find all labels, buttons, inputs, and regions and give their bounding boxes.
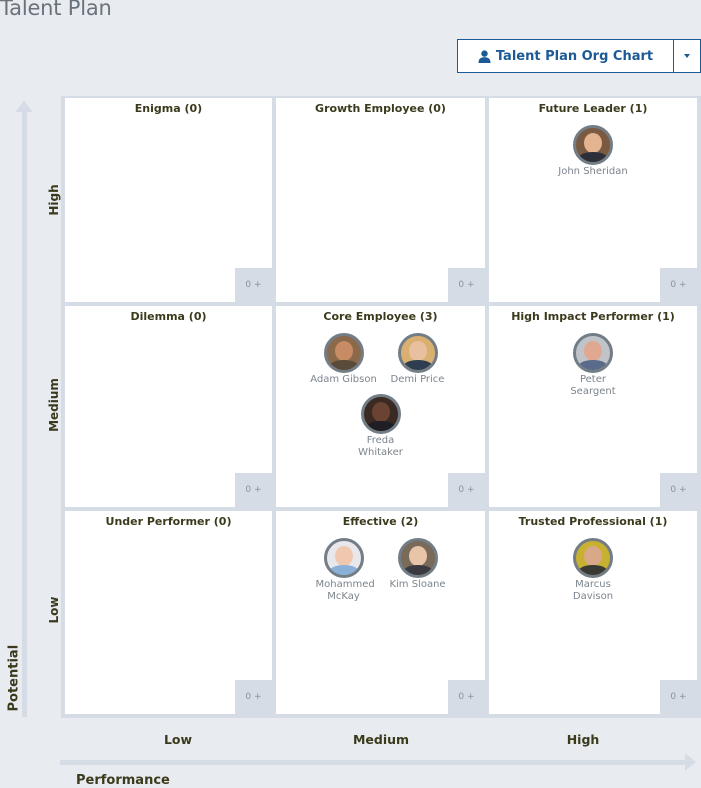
avatar (573, 333, 613, 373)
avatar-face (408, 546, 427, 566)
add-more-badge[interactable]: 0 + (448, 268, 485, 302)
avatar (397, 538, 438, 578)
grid-cell: Enigma (0) 0 + (65, 98, 272, 302)
x-axis-arrow (60, 760, 686, 765)
person-name: Peter Seargent (570, 374, 616, 397)
cell-title: High Impact Performer (1) (511, 310, 675, 323)
person-name: Mohammed McKay (315, 579, 375, 602)
org-chart-button-group: Talent Plan Org Chart (457, 39, 701, 73)
avatar (573, 538, 613, 578)
page-title: Talent Plan (0, 0, 112, 20)
x-axis-arrow-head (685, 753, 696, 771)
grid-cell: High Impact Performer (1) Peter Seargent 0… (489, 306, 697, 507)
cell-title: Core Employee (3) (323, 310, 438, 323)
y-axis-arrow (22, 112, 27, 717)
add-more-badge[interactable]: 0 + (660, 473, 697, 507)
avatar-face (584, 133, 602, 153)
people-list: Marcus Davison (489, 538, 697, 611)
add-more-badge[interactable]: 0 + (448, 680, 485, 714)
add-more-badge[interactable]: 0 + (448, 473, 485, 507)
row-label-low: Low (47, 596, 61, 624)
col-label-medium: Medium (352, 732, 410, 747)
cell-title: Enigma (0) (134, 102, 203, 115)
avatar-face (334, 341, 353, 361)
caret-down-icon (684, 54, 690, 58)
avatar-body (328, 360, 359, 370)
avatar-face (334, 546, 353, 566)
avatar-face (371, 402, 390, 422)
grid-cell: Effective (2) Mohammed McKay Kim Sloane 0 + (276, 511, 485, 714)
avatar-face (584, 546, 602, 566)
avatar (397, 333, 438, 373)
person-name: Kim Sloane (389, 579, 446, 590)
avatar (573, 125, 613, 165)
org-chart-button-label: Talent Plan Org Chart (495, 48, 654, 64)
user-icon (478, 49, 491, 63)
people-list: Adam Gibson Demi Price Freda Whitaker (276, 333, 485, 467)
grid-cell: Under Performer (0) 0 + (65, 511, 272, 714)
avatar (323, 538, 364, 578)
row-label-medium: Medium (47, 378, 61, 432)
person-card[interactable]: Demi Price (381, 333, 455, 386)
avatar-body (402, 360, 433, 370)
avatar-body (402, 565, 433, 575)
talent-grid: Enigma (0) 0 + Growth Employee (0) 0 + Futur… (61, 96, 701, 718)
avatar-body (578, 360, 608, 370)
person-name: Marcus Davison (572, 579, 614, 602)
add-more-badge[interactable]: 0 + (235, 473, 272, 507)
grid-cell: Future Leader (1) John Sheridan 0 + (489, 98, 697, 302)
avatar-face (408, 341, 427, 361)
cell-title: Growth Employee (0) (315, 102, 446, 115)
person-name: John Sheridan (558, 166, 628, 177)
avatar-body (578, 152, 608, 162)
add-more-badge[interactable]: 0 + (235, 680, 272, 714)
person-name: Demi Price (390, 374, 445, 385)
grid-cell: Core Employee (3) Adam Gibson Demi Price Fr… (276, 306, 485, 507)
person-card[interactable]: Mohammed McKay (307, 538, 381, 603)
y-axis-arrow-head (15, 101, 33, 112)
person-card[interactable]: Peter Seargent (548, 333, 638, 398)
person-name: Adam Gibson (310, 374, 377, 385)
avatar-body (365, 421, 396, 431)
cell-title: Dilemma (0) (130, 310, 207, 323)
people-list: Mohammed McKay Kim Sloane (276, 538, 485, 611)
grid-cell: Dilemma (0) 0 + (65, 306, 272, 507)
col-label-low: Low (163, 732, 193, 747)
cell-title: Under Performer (0) (105, 515, 232, 528)
avatar (360, 394, 401, 434)
x-axis-title: Performance (76, 773, 170, 788)
grid-cell: Trusted Professional (1) Marcus Davison 0 … (489, 511, 697, 714)
add-more-badge[interactable]: 0 + (235, 268, 272, 302)
row-label-high: High (47, 184, 61, 216)
cell-title: Future Leader (1) (538, 102, 648, 115)
person-card[interactable]: Freda Whitaker (344, 394, 418, 459)
y-axis-title: Potential (6, 644, 22, 712)
people-list: Peter Seargent (489, 333, 697, 406)
cell-title: Trusted Professional (1) (518, 515, 668, 528)
grid-cell: Growth Employee (0) 0 + (276, 98, 485, 302)
col-label-high: High (566, 732, 600, 747)
people-list: John Sheridan (489, 125, 697, 186)
person-card[interactable]: Marcus Davison (548, 538, 638, 603)
talent-plan-org-chart-button[interactable]: Talent Plan Org Chart (458, 40, 674, 72)
org-chart-dropdown-toggle[interactable] (674, 40, 700, 72)
add-more-badge[interactable]: 0 + (660, 268, 697, 302)
avatar-body (578, 565, 608, 575)
avatar (323, 333, 364, 373)
avatar-face (584, 341, 602, 361)
cell-title: Effective (2) (342, 515, 419, 528)
avatar-body (328, 565, 359, 575)
person-card[interactable]: Kim Sloane (381, 538, 455, 603)
person-card[interactable]: Adam Gibson (307, 333, 381, 386)
person-card[interactable]: John Sheridan (548, 125, 638, 178)
add-more-badge[interactable]: 0 + (660, 680, 697, 714)
person-name: Freda Whitaker (358, 435, 403, 458)
